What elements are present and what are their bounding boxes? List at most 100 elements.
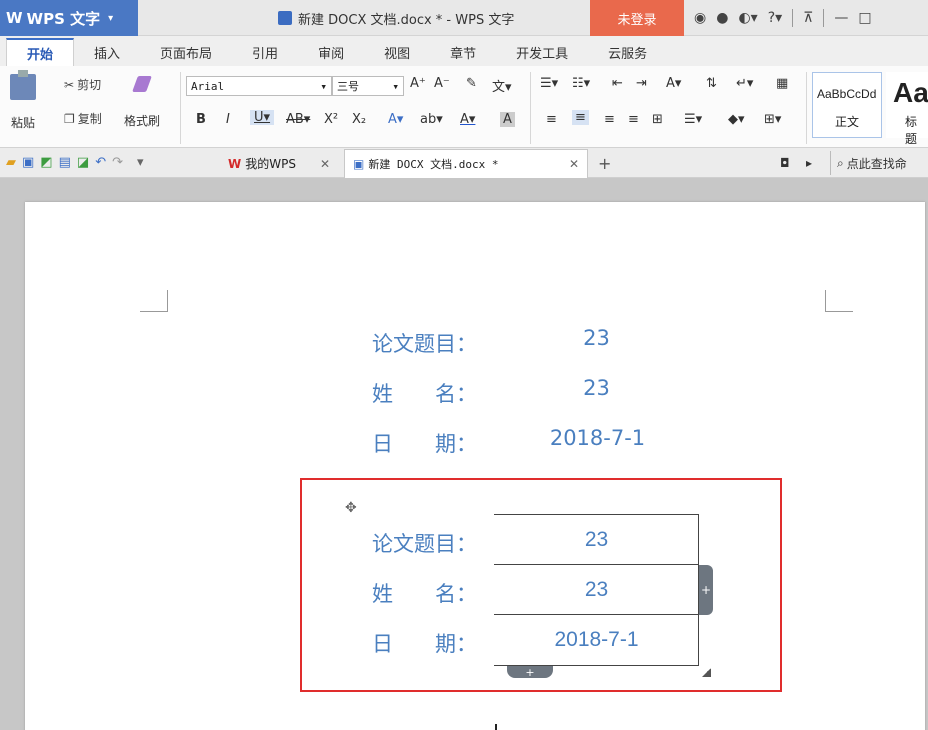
table-row[interactable]: 23 [494,515,699,565]
undo-icon[interactable]: ↶ [95,155,106,170]
doc-tab-my-wps[interactable]: W 我的WPS ✕ [220,149,338,178]
notification-icon[interactable]: ◘ [780,156,790,170]
save-icon[interactable]: ▣ [22,155,34,170]
table-label: 论文题目： [372,532,477,556]
divider [792,9,794,27]
decrease-indent-icon[interactable]: ⇤ [612,76,623,91]
redo-icon[interactable]: ↷ [112,155,123,170]
wps-app-menu-button[interactable]: W WPS 文字 ▾ [0,0,138,36]
underline-icon[interactable]: U▾ [250,110,275,125]
paste-label: 粘贴 [10,116,35,130]
close-icon[interactable]: ✕ [320,157,330,171]
doc-tab-label: 新建 DOCX 文档.docx * [368,158,499,171]
doc-tab-current[interactable]: ▣ 新建 DOCX 文档.docx * ✕ [344,149,588,178]
print-preview-icon[interactable]: ◪ [77,155,89,170]
tab-review[interactable]: 审阅 [298,38,364,66]
text-cursor [495,724,497,730]
table-row[interactable]: 2018-7-1 [494,615,699,665]
table-icon[interactable]: ▦ [776,76,788,91]
minimize-icon[interactable]: — [834,10,848,26]
align-right-icon[interactable]: ≡ [604,112,615,127]
superscript-icon[interactable]: X² [324,112,338,127]
chevron-down-icon[interactable]: ▾ [137,155,144,170]
tab-cloud-service[interactable]: 云服务 [588,38,667,66]
share-icon[interactable]: ▸ [806,156,812,170]
style-name: 正文 [834,115,859,129]
table-resize-handle[interactable] [702,668,711,677]
style-preview: AaBbCcDd [817,87,877,101]
italic-icon[interactable]: I [226,112,230,127]
close-icon[interactable]: ✕ [569,157,579,171]
add-row-button[interactable]: + [507,666,553,679]
field-value[interactable]: 2018-7-1 [496,426,699,450]
document-icon: ▣ [353,157,365,171]
bullet-list-icon[interactable]: ☰▾ [540,76,558,91]
field-value-text: 23 [583,376,610,400]
chinese-layout-icon[interactable]: A▾ [666,76,681,91]
paragraph-shading-icon[interactable]: ◆▾ [728,112,745,127]
maximize-icon[interactable]: □ [858,10,871,26]
tab-home[interactable]: 开始 [6,38,75,66]
copy-button[interactable]: ❐ 复制 [64,110,102,127]
distribute-icon[interactable]: ⊞ [652,112,663,127]
font-size-select[interactable]: 三号 ▾ [332,76,404,96]
table-cell-value: 23 [584,577,609,601]
print-icon[interactable]: ▤ [59,155,71,170]
borders-icon[interactable]: ⊞▾ [764,112,781,127]
new-tab-icon[interactable]: + [598,154,611,173]
add-column-button[interactable]: + [699,565,713,615]
font-name-select[interactable]: Arial ▾ [186,76,332,96]
tab-section[interactable]: 章节 [430,38,496,66]
paste-button[interactable]: 粘贴 [10,70,36,131]
open-folder-icon[interactable]: ▰ [6,155,16,170]
pinyin-icon[interactable]: 文▾ [492,76,512,95]
style-heading[interactable]: Aa 标题 [886,72,928,146]
grow-font-icon[interactable]: A⁺ [410,76,426,91]
sort-icon[interactable]: ⇅ [706,76,717,91]
upload-icon[interactable]: ⊼ [803,10,813,26]
tab-references[interactable]: 引用 [232,38,298,66]
line-spacing-icon[interactable]: ☰▾ [684,112,702,127]
bold-icon[interactable]: B [196,112,206,127]
tab-insert[interactable]: 插入 [74,38,140,66]
info-table: 23 23 2018-7-1 [494,514,699,666]
tab-page-layout[interactable]: 页面布局 [140,38,232,66]
align-left-icon[interactable]: ≡ [546,112,557,127]
table-cell-value: 2018-7-1 [554,628,639,651]
style-normal[interactable]: AaBbCcDd 正文 [812,72,882,138]
command-search[interactable]: ⌕ 点此查找命 [830,151,928,175]
table-row[interactable]: 23 [494,565,699,615]
clear-format-icon[interactable]: ✎ [466,76,477,91]
help-icon[interactable]: ?▾ [768,10,782,26]
export-pdf-icon[interactable]: ◩ [40,155,52,170]
cut-label: 剪切 [77,78,102,92]
tab-developer[interactable]: 开发工具 [496,38,588,66]
cut-button[interactable]: ✂ 剪切 [64,76,101,93]
table-move-icon[interactable]: ✥ [345,500,357,516]
shrink-font-icon[interactable]: A⁻ [434,76,450,91]
char-shading-icon[interactable]: A [500,112,515,127]
justify-icon[interactable]: ≡ [628,112,639,127]
align-center-icon[interactable]: ≡ [572,110,589,125]
text-effect-icon[interactable]: A▾ [388,112,403,127]
skin-icon[interactable]: ◐▾ [738,10,757,26]
ribbon: 粘贴 ✂ 剪切 ❐ 复制 格式刷 Arial ▾ 三号 ▾ A⁺ A⁻ ✎ 文▾… [0,66,928,148]
increase-indent-icon[interactable]: ⇥ [636,76,647,91]
field-value[interactable]: 23 [500,326,693,350]
login-button[interactable]: 未登录 [590,0,684,36]
numbered-list-icon[interactable]: ☷▾ [572,76,590,91]
show-marks-icon[interactable]: ↵▾ [736,76,753,91]
strikethrough-icon[interactable]: AB▾ [286,112,310,127]
wps-logo-icon: W [6,9,23,27]
tab-view[interactable]: 视图 [364,38,430,66]
field-label: 姓 名： [372,382,477,406]
window-title: 新建 DOCX 文档.docx * - WPS 文字 [278,0,514,36]
settings-icon[interactable]: ● [716,10,728,26]
field-value-text: 2018-7-1 [549,426,646,450]
field-value[interactable]: 23 [500,376,693,400]
format-painter-button[interactable]: 格式刷 [124,74,160,129]
shirt-icon[interactable]: ◉ [694,10,706,26]
highlight-icon[interactable]: ab▾ [420,112,443,127]
subscript-icon[interactable]: X₂ [352,112,366,127]
font-color-icon[interactable]: A▾ [460,112,475,127]
